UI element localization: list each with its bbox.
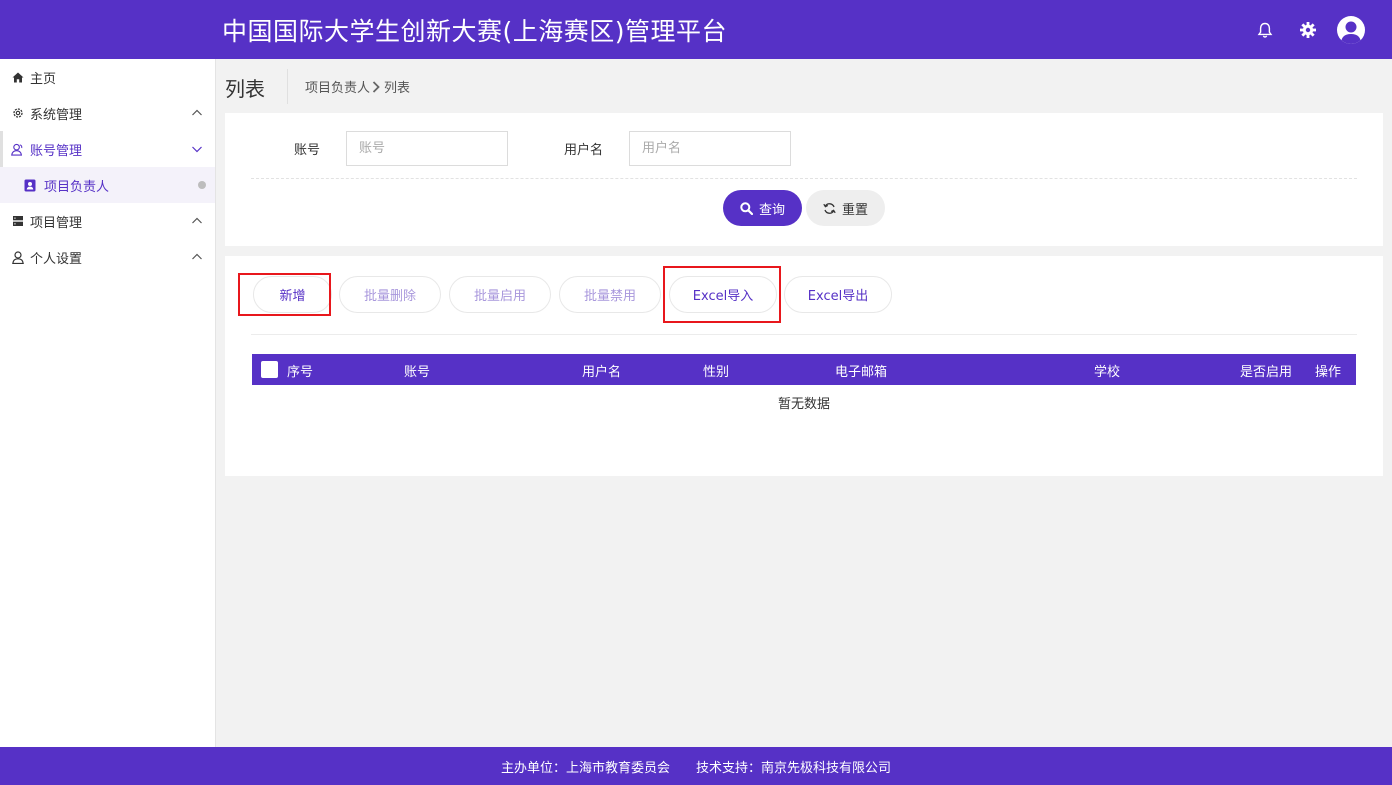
column-header: 性别	[703, 365, 730, 380]
title-divider	[287, 69, 288, 104]
sidebar-item-label: 项目管理	[30, 215, 83, 231]
reset-label: 重置	[841, 202, 868, 218]
chevron-up-icon	[192, 253, 202, 260]
batch-enable-button[interactable]: 批量启用	[449, 276, 551, 313]
chevron-up-icon	[192, 217, 202, 224]
top-icons	[1237, 15, 1366, 45]
column-header: 电子邮箱	[835, 365, 888, 380]
empty-state-text: 暂无数据	[777, 397, 830, 412]
top-bar: 中国国际大学生创新大赛(上海赛区)管理平台	[0, 0, 1392, 59]
excel-export-button[interactable]: Excel导出	[784, 276, 892, 313]
column-header: 账号	[404, 365, 431, 380]
page-title: 列表	[225, 77, 265, 101]
chevron-right-icon	[372, 80, 382, 93]
sidebar-item-accounts[interactable]: 账号管理	[0, 131, 215, 167]
app-title: 中国国际大学生创新大赛(上海赛区)管理平台	[222, 17, 728, 46]
contact-card-icon	[24, 179, 37, 192]
column-header: 学校	[1094, 365, 1121, 380]
user-icon	[11, 250, 24, 264]
username-label: 用户名	[564, 143, 604, 158]
footer-organizer: 主办单位：上海市教育委员会	[500, 760, 670, 776]
chevron-up-icon	[192, 109, 202, 116]
gear-icon[interactable]	[1293, 15, 1323, 45]
breadcrumb-item[interactable]: 项目负责人	[305, 77, 370, 96]
column-header: 序号	[287, 365, 314, 380]
query-label: 查询	[758, 202, 785, 218]
account-input[interactable]	[346, 131, 508, 166]
sidebar-item-label: 系统管理	[30, 107, 83, 123]
sidebar-item-label: 个人设置	[30, 251, 83, 267]
sidebar-item-label: 账号管理	[30, 143, 83, 159]
query-button[interactable]: 查询	[723, 190, 802, 226]
column-header: 用户名	[582, 365, 622, 380]
excel-import-button[interactable]: Excel导入	[669, 276, 777, 313]
batch-delete-button[interactable]: 批量删除	[339, 276, 441, 313]
user-avatar[interactable]	[1336, 15, 1366, 45]
users-icon	[11, 143, 24, 156]
column-header: 操作	[1315, 365, 1342, 380]
page-header: 列表 项目负责人 列表	[216, 59, 1392, 113]
footer-support: 技术支持：南京先极科技有限公司	[696, 760, 892, 776]
footer: 主办单位：上海市教育委员会 技术支持：南京先极科技有限公司	[0, 747, 1392, 785]
gear-icon	[11, 107, 24, 120]
chevron-down-icon	[192, 146, 202, 153]
sidebar-subitem-project-leader[interactable]: 项目负责人	[0, 167, 215, 203]
avatar-icon	[1337, 16, 1365, 44]
list-panel: 新增 批量删除 批量启用 批量禁用 Excel导入 Excel导出 序号 账号 …	[225, 256, 1383, 476]
breadcrumb: 项目负责人 列表	[305, 77, 410, 96]
search-panel: 账号 用户名 查询 重置	[225, 113, 1383, 246]
username-input[interactable]	[629, 131, 791, 166]
divider	[251, 334, 1357, 335]
add-button[interactable]: 新增	[253, 276, 332, 313]
bell-icon[interactable]	[1250, 15, 1280, 45]
column-header: 是否启用	[1240, 365, 1293, 380]
sidebar-item-label: 主页	[30, 71, 57, 87]
select-all-checkbox[interactable]	[261, 361, 278, 378]
search-icon	[740, 201, 753, 215]
sidebar-item-projects[interactable]: 项目管理	[0, 203, 215, 239]
active-dot	[198, 181, 206, 189]
sidebar-item-label: 项目负责人	[44, 179, 110, 195]
divider	[251, 178, 1357, 179]
reset-button[interactable]: 重置	[806, 190, 885, 226]
server-icon	[11, 215, 24, 228]
sidebar-item-home[interactable]: 主页	[0, 59, 215, 95]
breadcrumb-item: 列表	[384, 81, 411, 96]
account-label: 账号	[294, 143, 321, 158]
refresh-icon	[823, 202, 836, 214]
sidebar: 主页 系统管理 账号管理 项目负责人 项目管理 个人设置	[0, 59, 216, 747]
sidebar-item-system[interactable]: 系统管理	[0, 95, 215, 131]
batch-disable-button[interactable]: 批量禁用	[559, 276, 661, 313]
home-icon	[11, 71, 24, 84]
sidebar-item-personal[interactable]: 个人设置	[0, 239, 215, 275]
table-header: 序号 账号 用户名 性别 电子邮箱 学校 是否启用 操作	[252, 354, 1356, 385]
